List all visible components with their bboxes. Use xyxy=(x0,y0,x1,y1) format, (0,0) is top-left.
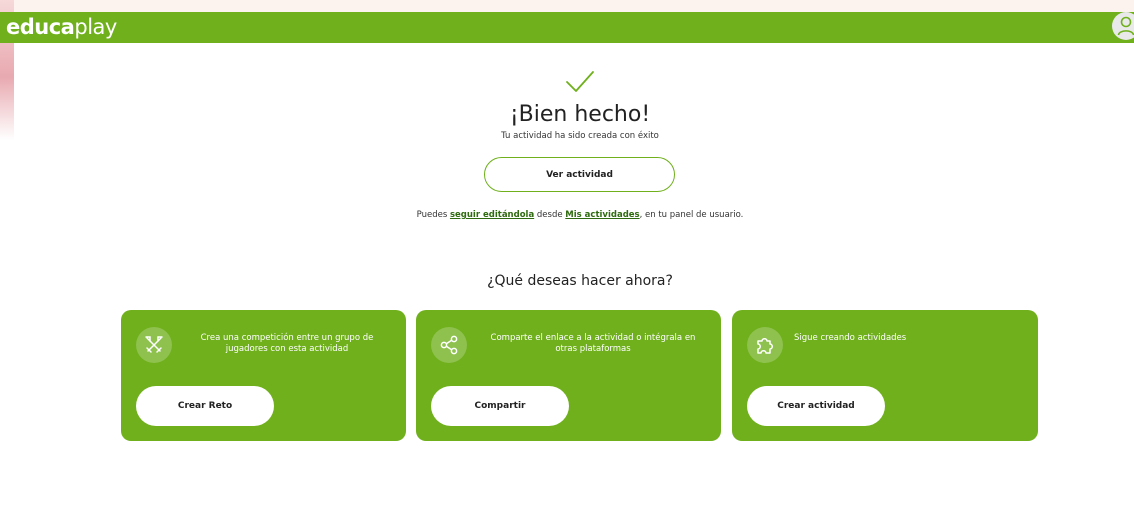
swords-icon xyxy=(136,327,172,363)
view-activity-button[interactable]: Ver actividad xyxy=(484,157,675,192)
card-description: Crea una competición entre un grupo de j… xyxy=(200,333,374,355)
share-button[interactable]: Compartir xyxy=(431,386,569,426)
my-activities-link[interactable]: Mis actividades xyxy=(565,210,639,220)
create-challenge-button[interactable]: Crear Reto xyxy=(136,386,274,426)
top-bar: educaplay xyxy=(0,12,1134,43)
create-activity-button[interactable]: Crear actividad xyxy=(747,386,885,426)
check-icon xyxy=(566,71,594,92)
card-description: Sigue creando actividades xyxy=(794,333,907,343)
success-title: ¡Bien hecho! xyxy=(509,102,651,127)
educaplay-logo[interactable]: educaplay xyxy=(6,17,117,38)
background-strip xyxy=(0,0,1134,12)
challenge-card: Crea una competición entre un grupo de j… xyxy=(121,310,406,441)
next-step-question: ¿Qué deseas hacer ahora? xyxy=(487,273,673,289)
share-card: Comparte el enlace a la actividad o inté… xyxy=(416,310,721,441)
user-icon[interactable] xyxy=(1112,12,1134,40)
share-icon xyxy=(431,327,467,363)
create-activity-card: Sigue creando actividades Crear activida… xyxy=(732,310,1038,441)
card-description: Comparte el enlace a la actividad o inté… xyxy=(490,333,696,355)
puzzle-icon xyxy=(747,327,783,363)
keep-editing-link[interactable]: seguir editándola xyxy=(450,210,534,220)
edit-note: Puedes seguir editándola desde Mis activ… xyxy=(416,210,744,220)
success-subtitle: Tu actividad ha sido creada con éxito xyxy=(501,131,659,141)
